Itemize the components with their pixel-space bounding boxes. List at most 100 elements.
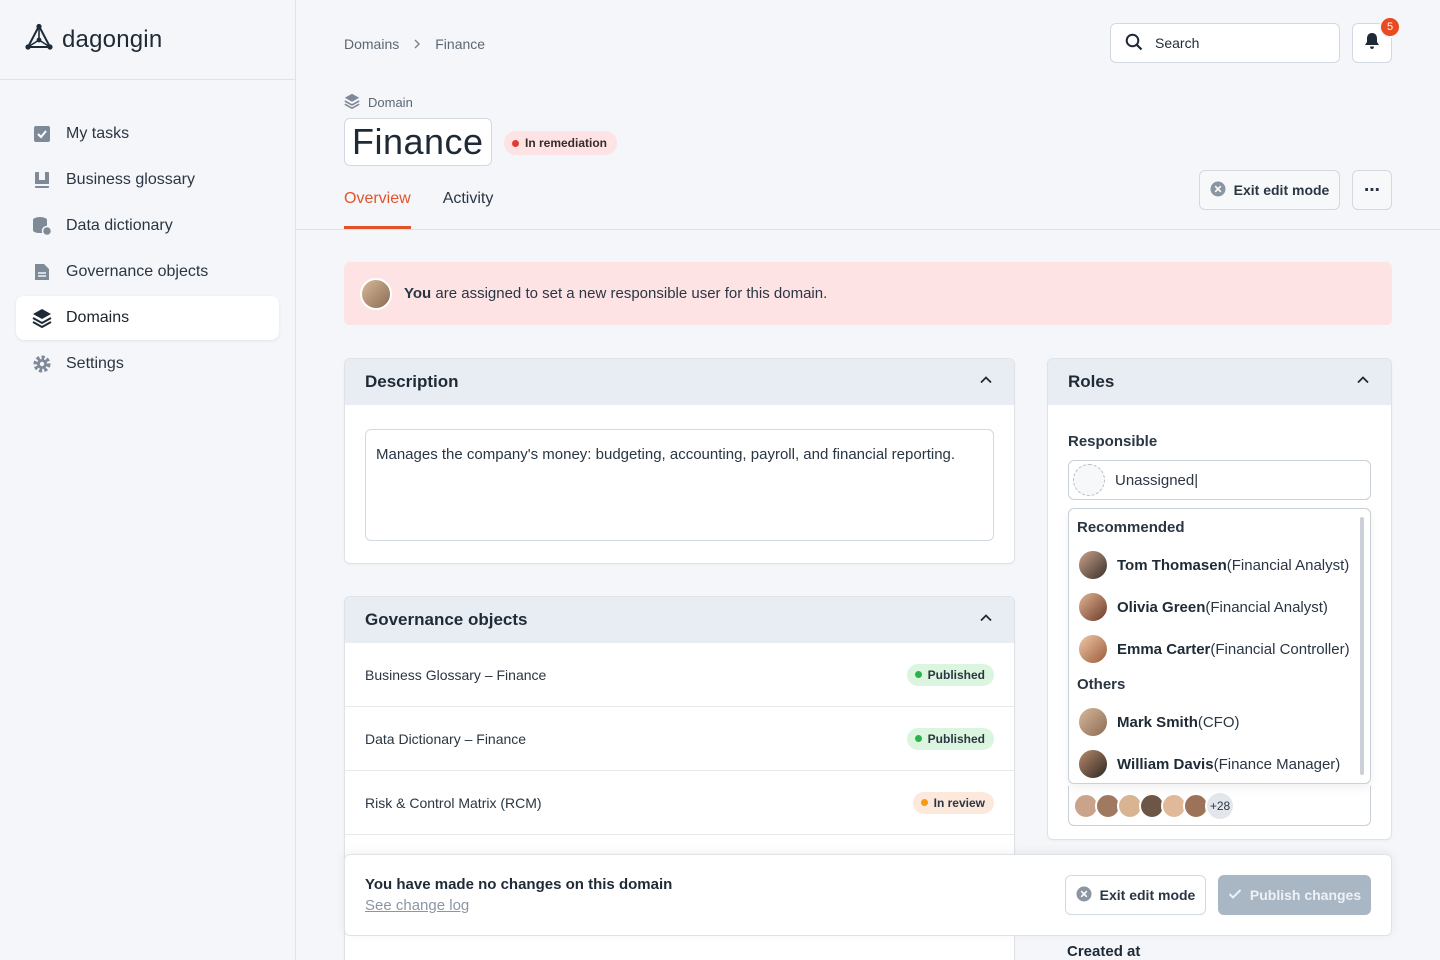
sidebar-item-my-tasks[interactable]: My tasks (16, 112, 279, 156)
search-input[interactable]: Search (1110, 23, 1340, 63)
publish-changes-button[interactable]: Publish changes (1218, 875, 1371, 915)
user-option-tom-thomasen[interactable]: Tom Thomasen(Financial Analyst) (1077, 544, 1362, 586)
exit-edit-label: Exit edit mode (1233, 182, 1330, 198)
save-status: You have made no changes on this domain … (365, 876, 672, 914)
sidebar-item-label: Domains (66, 309, 130, 326)
sidebar-item-domains[interactable]: Domains (16, 296, 279, 340)
user-option-text: Emma Carter(Financial Controller) (1117, 641, 1350, 658)
entity-type-label: Domain (368, 95, 413, 110)
logo-icon (24, 23, 54, 56)
sidebar-item-settings[interactable]: Settings (16, 342, 279, 386)
dropdown-scrollbar[interactable] (1360, 517, 1364, 775)
change-log-link[interactable]: See change log (365, 897, 672, 914)
page-title-field[interactable]: Finance (344, 118, 492, 166)
exit-edit-label: Exit edit mode (1099, 887, 1196, 903)
table-row[interactable]: Data Dictionary – Finance Published (345, 707, 1014, 771)
sidebar-item-label: Business glossary (66, 171, 195, 188)
user-option-mark-smith[interactable]: Mark Smith(CFO) (1077, 701, 1362, 743)
user-option-emma-carter[interactable]: Emma Carter(Financial Controller) (1077, 628, 1362, 670)
gear-icon (32, 354, 52, 374)
alert-bold: You (404, 285, 432, 302)
checkmark-icon (1228, 887, 1242, 903)
breadcrumb-finance[interactable]: Finance (435, 36, 485, 52)
roles-header[interactable]: Roles (1048, 359, 1391, 405)
bell-icon (1364, 32, 1380, 55)
user-name: Mark Smith (1117, 713, 1198, 731)
exit-edit-mode-button[interactable]: Exit edit mode (1199, 170, 1340, 210)
sidebar-item-business-glossary[interactable]: Business glossary (16, 158, 279, 202)
edit-save-bar: You have made no changes on this domain … (344, 854, 1392, 936)
user-name: Olivia Green (1117, 598, 1206, 616)
chevron-up-icon[interactable] (978, 610, 994, 631)
responsible-user-input[interactable]: Unassigned| (1068, 460, 1371, 500)
governance-header[interactable]: Governance objects (345, 597, 1014, 643)
avatar (1077, 706, 1109, 738)
governance-heading: Governance objects (365, 610, 528, 629)
breadcrumb-domains[interactable]: Domains (344, 36, 399, 52)
sidebar-item-data-dictionary[interactable]: Data dictionary (16, 204, 279, 248)
user-option-text: Olivia Green(Financial Analyst) (1117, 599, 1328, 616)
sidebar-item-label: Governance objects (66, 263, 209, 280)
recommended-group-label: Recommended (1077, 519, 1185, 536)
status-label: Published (927, 667, 985, 682)
publish-label: Publish changes (1249, 887, 1362, 903)
avatar (1077, 633, 1109, 665)
user-role: (Financial Analyst) (1205, 598, 1328, 616)
sidebar-nav: My tasks Business glossary Data dictiona… (0, 80, 295, 386)
notifications-button[interactable]: 5 (1352, 16, 1401, 63)
sidebar-item-governance-objects[interactable]: Governance objects (16, 250, 279, 294)
description-textarea[interactable]: Manages the company's money: budgeting, … (365, 429, 994, 541)
main-content: Domains Finance Search 5 Domain Finance … (296, 0, 1440, 960)
user-name: Emma Carter (1117, 640, 1211, 658)
tab-overview[interactable]: Overview (344, 190, 411, 229)
more-icon: ⋯ (1364, 182, 1380, 199)
app-name: dagongin (62, 25, 163, 53)
more-options-button[interactable]: ⋯ (1352, 170, 1392, 210)
sidebar-item-label: My tasks (66, 125, 130, 142)
status-label: In remediation (525, 136, 608, 150)
created-at-label: Created at (1067, 943, 1141, 960)
description-header[interactable]: Description (345, 359, 1014, 405)
additional-users-field[interactable]: +28 (1068, 786, 1371, 826)
governance-object-name: Business Glossary – Finance (365, 666, 547, 683)
chevron-up-icon[interactable] (1355, 372, 1371, 393)
chevron-up-icon[interactable] (978, 372, 994, 393)
tab-activity[interactable]: Activity (443, 190, 494, 229)
logo[interactable]: dagongin (0, 0, 295, 80)
avatar (1077, 748, 1109, 780)
user-option-william-davis[interactable]: William Davis(Finance Manager) (1077, 743, 1362, 785)
user-role: (CFO) (1197, 713, 1240, 731)
responsible-label: Responsible (1068, 433, 1158, 450)
save-actions: Exit edit mode Publish changes (1065, 875, 1371, 915)
empty-avatar (1073, 464, 1105, 496)
close-circle-icon (1210, 181, 1226, 200)
page-header: Domains Finance Search 5 Domain Finance … (296, 0, 1440, 230)
user-name: Tom Thomasen (1117, 556, 1227, 574)
status-badge: In review (912, 791, 994, 814)
status-label: Published (927, 731, 985, 746)
search-placeholder: Search (1155, 35, 1200, 51)
entity-type: Domain (344, 93, 413, 112)
roles-heading: Roles (1068, 372, 1115, 391)
avatar (1077, 549, 1109, 581)
user-option-olivia-green[interactable]: Olivia Green(Financial Analyst) (1077, 586, 1362, 628)
alert-text: You are assigned to set a new responsibl… (404, 285, 827, 302)
others-group-label: Others (1077, 676, 1126, 693)
user-suggestions-dropdown: Recommended Tom Thomasen(Financial Analy… (1068, 508, 1371, 784)
status-label: In review (933, 795, 985, 810)
governance-object-name: Risk & Control Matrix (RCM) (365, 794, 542, 811)
search-icon (1125, 33, 1143, 54)
status-badge: In remediation (504, 131, 618, 155)
user-option-text: Tom Thomasen(Financial Analyst) (1117, 557, 1349, 574)
status-dot (512, 139, 519, 147)
table-row[interactable]: Business Glossary – Finance Published (345, 643, 1014, 707)
table-row[interactable]: Risk & Control Matrix (RCM) In review (345, 771, 1014, 835)
user-option-text: William Davis(Finance Manager) (1117, 756, 1340, 773)
description-card: Description Manages the company's money:… (344, 358, 1015, 564)
chevron-right-icon (413, 36, 421, 52)
document-icon (32, 262, 52, 282)
governance-object-name: Data Dictionary – Finance (365, 730, 527, 747)
user-name: William Davis (1117, 755, 1214, 773)
page-title: Finance (352, 121, 484, 162)
exit-edit-mode-button[interactable]: Exit edit mode (1065, 875, 1206, 915)
